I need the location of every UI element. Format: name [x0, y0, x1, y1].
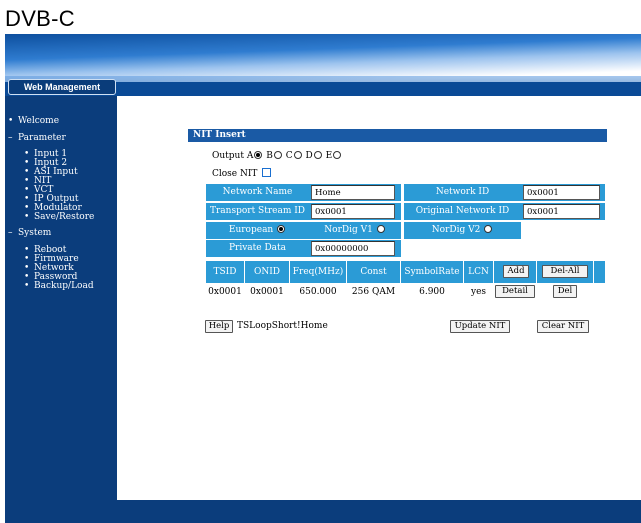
footer-bar — [5, 500, 641, 523]
output-option-d-label: D — [305, 151, 313, 161]
original-network-id-label: Original Network ID — [404, 203, 521, 220]
european-radio[interactable] — [277, 225, 286, 233]
close-nit-checkbox[interactable] — [262, 168, 272, 177]
lcn-european-option[interactable]: European — [206, 222, 309, 239]
column-header-lcn: LCN — [464, 261, 493, 283]
sidebar-item-save-restore[interactable]: • Save/Restore — [24, 212, 94, 222]
nordig-v2-label: NorDig V2 — [431, 225, 481, 235]
output-selector: Output A B C D E — [212, 151, 342, 161]
nordig-v1-label: NorDig V1 — [324, 225, 373, 235]
original-network-id-input[interactable] — [523, 204, 600, 219]
output-label: Output — [212, 151, 244, 161]
sidebar-item-welcome[interactable]: • Welcome — [8, 116, 59, 126]
header-filler-cell — [594, 261, 605, 283]
output-option-a-label: A — [246, 151, 254, 161]
lcn-nordig-v2-option[interactable]: NorDig V2 — [404, 222, 521, 239]
sidebar-item-label: Save/Restore — [34, 212, 95, 222]
del-all-button[interactable]: Del-All — [542, 265, 588, 278]
network-id-input[interactable] — [523, 185, 600, 200]
cell-tsid: 0x0001 — [208, 287, 242, 297]
help-button[interactable]: Help — [205, 320, 233, 333]
output-b-radio[interactable] — [273, 151, 282, 159]
transport-stream-id-input[interactable] — [311, 204, 395, 219]
status-text: TSLoopShort!Home — [237, 321, 328, 331]
output-option-b-label: B — [266, 151, 273, 161]
nordig-v2-radio[interactable] — [484, 225, 493, 233]
private-data-input[interactable] — [311, 241, 395, 256]
network-name-input[interactable] — [311, 185, 395, 200]
bullet-icon: • — [8, 116, 14, 126]
close-nit-row: Close NIT — [212, 168, 272, 179]
cell-symbolrate: 6.900 — [419, 287, 445, 297]
column-header-onid: ONID — [245, 261, 289, 283]
panel-title: NIT Insert — [188, 129, 607, 142]
clear-nit-button[interactable]: Clear NIT — [537, 320, 589, 333]
lcn-nordig-v1-option[interactable]: NorDig V1 — [309, 222, 401, 239]
sidebar-item-backup-load[interactable]: • Backup/Load — [24, 281, 94, 291]
cell-onid: 0x0001 — [250, 287, 284, 297]
cell-lcn: yes — [470, 287, 487, 297]
bullet-icon: • — [24, 212, 30, 222]
output-e-radio[interactable] — [333, 151, 342, 159]
close-nit-label: Close NIT — [212, 169, 258, 179]
detail-button[interactable]: Detail — [495, 285, 535, 298]
european-label: European — [228, 225, 274, 235]
sidebar-item-label: System — [18, 228, 52, 238]
sidebar-item-label: Welcome — [18, 116, 60, 126]
cell-freq: 650.000 — [299, 287, 337, 297]
sidebar-item-label: Backup/Load — [34, 281, 94, 291]
tab-web-management[interactable]: Web Management — [8, 79, 116, 95]
output-d-radio[interactable] — [313, 151, 322, 159]
sidebar-section-parameter[interactable]: – Parameter — [8, 133, 66, 143]
page-caption: DVB-C — [5, 6, 75, 31]
bullet-icon: • — [24, 281, 30, 291]
output-a-radio[interactable] — [254, 151, 263, 159]
column-header-tsid: TSID — [206, 261, 244, 283]
cell-const: 256 QAM — [351, 287, 396, 297]
sidebar-item-label: Parameter — [18, 133, 66, 143]
output-option-c-label: C — [285, 151, 293, 161]
collapse-icon: – — [8, 228, 13, 238]
network-id-label: Network ID — [404, 184, 521, 201]
del-button[interactable]: Del — [553, 285, 577, 298]
column-header-symbolrate: SymbolRate — [401, 261, 463, 283]
add-button[interactable]: Add — [503, 265, 529, 278]
output-c-radio[interactable] — [293, 151, 302, 159]
output-option-e-label: E — [325, 151, 333, 161]
column-header-const: Const — [347, 261, 400, 283]
transport-stream-id-label: Transport Stream ID — [206, 203, 309, 220]
update-nit-button[interactable]: Update NIT — [450, 320, 510, 333]
column-header-freq: Freq(MHz) — [290, 261, 346, 283]
network-name-label: Network Name — [206, 184, 309, 201]
sidebar-section-system[interactable]: – System — [8, 228, 51, 238]
private-data-label: Private Data — [206, 240, 309, 257]
nordig-v1-radio[interactable] — [376, 225, 385, 233]
collapse-icon: – — [8, 133, 13, 143]
